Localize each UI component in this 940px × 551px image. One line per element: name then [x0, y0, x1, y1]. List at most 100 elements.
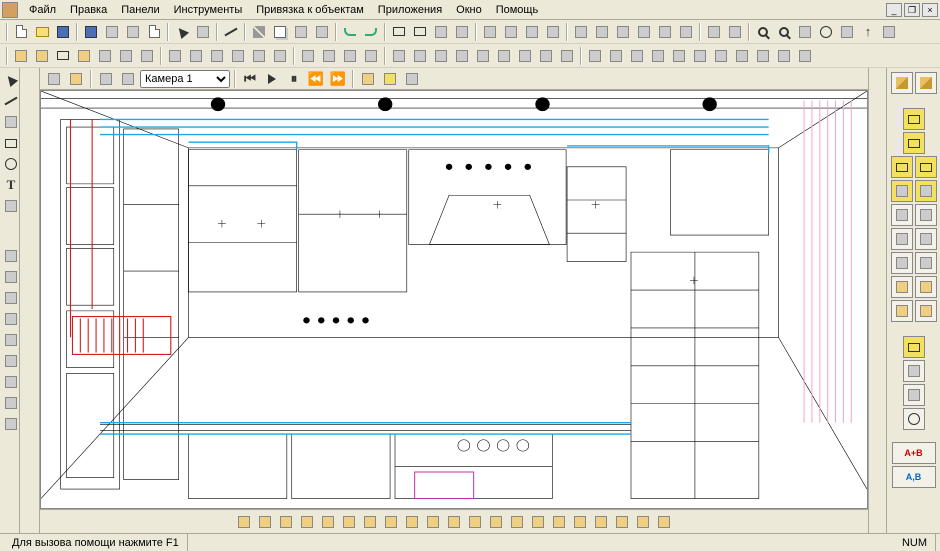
- minimize-button[interactable]: _: [886, 3, 902, 17]
- vh-shade3[interactable]: [402, 69, 422, 89]
- bt-btn[interactable]: [507, 512, 527, 532]
- lt-tool[interactable]: [1, 351, 21, 371]
- rp-tool[interactable]: [915, 156, 937, 178]
- lt-text[interactable]: T: [1, 175, 21, 195]
- save-as-button[interactable]: [81, 22, 101, 42]
- rp-tool[interactable]: [903, 384, 925, 406]
- bt-btn[interactable]: [297, 512, 317, 532]
- bt-btn[interactable]: [465, 512, 485, 532]
- bt-btn[interactable]: [318, 512, 338, 532]
- mode2-button[interactable]: [592, 22, 612, 42]
- tb2-btn[interactable]: [389, 46, 409, 66]
- view2-button[interactable]: [725, 22, 745, 42]
- rp-tool[interactable]: [903, 336, 925, 358]
- delete-button[interactable]: [312, 22, 332, 42]
- tb2-btn[interactable]: [585, 46, 605, 66]
- undo-button[interactable]: [340, 22, 360, 42]
- mode3-button[interactable]: [613, 22, 633, 42]
- tb2-btn[interactable]: [249, 46, 269, 66]
- lt-select[interactable]: [1, 70, 21, 90]
- rp-expr-add[interactable]: A+B: [892, 442, 936, 464]
- tb2-btn[interactable]: [795, 46, 815, 66]
- rp-tool[interactable]: [915, 252, 937, 274]
- rp-tool[interactable]: [915, 180, 937, 202]
- lt-tool[interactable]: [1, 393, 21, 413]
- lt-line[interactable]: [1, 91, 21, 111]
- tb2-btn[interactable]: [627, 46, 647, 66]
- tb2-btn[interactable]: [340, 46, 360, 66]
- orbit-button[interactable]: [816, 22, 836, 42]
- tb2-btn[interactable]: [473, 46, 493, 66]
- anim-first-button[interactable]: ⏮: [240, 69, 260, 89]
- tb2-btn[interactable]: [11, 46, 31, 66]
- bt-btn[interactable]: [591, 512, 611, 532]
- vh-btn[interactable]: [96, 69, 116, 89]
- rp-tool[interactable]: [891, 228, 913, 250]
- tb2-btn[interactable]: [165, 46, 185, 66]
- menu-snap[interactable]: Привязка к объектам: [249, 2, 371, 18]
- tb2-btn[interactable]: [494, 46, 514, 66]
- mode4-button[interactable]: [634, 22, 654, 42]
- anim-prev-button[interactable]: ⏪: [306, 69, 326, 89]
- rp-tool[interactable]: [903, 108, 925, 130]
- move-button[interactable]: [193, 22, 213, 42]
- zoom-button[interactable]: [753, 22, 773, 42]
- align-button[interactable]: [431, 22, 451, 42]
- rp-tool[interactable]: [915, 228, 937, 250]
- rp-tool[interactable]: [891, 180, 913, 202]
- bt-btn[interactable]: [276, 512, 296, 532]
- bt-btn[interactable]: [549, 512, 569, 532]
- rp-tool[interactable]: [903, 132, 925, 154]
- tb2-btn[interactable]: [452, 46, 472, 66]
- menu-file[interactable]: Файл: [22, 2, 63, 18]
- bt-btn[interactable]: [654, 512, 674, 532]
- distribute-button[interactable]: [452, 22, 472, 42]
- tb2-btn[interactable]: [53, 46, 73, 66]
- bt-btn[interactable]: [255, 512, 275, 532]
- menu-panels[interactable]: Панели: [114, 2, 166, 18]
- tb2-btn[interactable]: [536, 46, 556, 66]
- bt-btn[interactable]: [381, 512, 401, 532]
- ungroup-button[interactable]: [410, 22, 430, 42]
- menu-help[interactable]: Помощь: [489, 2, 546, 18]
- tb2-btn[interactable]: [711, 46, 731, 66]
- anim-pause-button[interactable]: ⏸: [284, 69, 304, 89]
- tb2-btn[interactable]: [186, 46, 206, 66]
- tb2-btn[interactable]: [95, 46, 115, 66]
- mode5-button[interactable]: [655, 22, 675, 42]
- tb2-btn[interactable]: [515, 46, 535, 66]
- bt-btn[interactable]: [633, 512, 653, 532]
- camera-select[interactable]: Камера 1: [140, 70, 230, 88]
- view1-button[interactable]: [704, 22, 724, 42]
- tb2-btn[interactable]: [431, 46, 451, 66]
- lt-dim[interactable]: [1, 196, 21, 216]
- close-button[interactable]: ×: [922, 3, 938, 17]
- tb2-btn[interactable]: [207, 46, 227, 66]
- anim-play-button[interactable]: [262, 69, 282, 89]
- tb2-btn[interactable]: [648, 46, 668, 66]
- lt-circle[interactable]: [1, 154, 21, 174]
- tb2-btn[interactable]: [361, 46, 381, 66]
- tb2-btn[interactable]: [606, 46, 626, 66]
- page-button[interactable]: [144, 22, 164, 42]
- menu-edit[interactable]: Правка: [63, 2, 114, 18]
- tb2-btn[interactable]: [732, 46, 752, 66]
- bt-btn[interactable]: [339, 512, 359, 532]
- bt-btn[interactable]: [444, 512, 464, 532]
- rp-tool[interactable]: [891, 300, 913, 322]
- lt-tool[interactable]: [1, 414, 21, 434]
- copy-button[interactable]: [270, 22, 290, 42]
- new-button[interactable]: [11, 22, 31, 42]
- restore-button[interactable]: ❐: [904, 3, 920, 17]
- lt-tool[interactable]: [1, 309, 21, 329]
- vh-btn[interactable]: [118, 69, 138, 89]
- scale-button[interactable]: [543, 22, 563, 42]
- vh-btn[interactable]: [44, 69, 64, 89]
- bt-btn[interactable]: [402, 512, 422, 532]
- tb2-btn[interactable]: [137, 46, 157, 66]
- bt-btn[interactable]: [234, 512, 254, 532]
- bt-btn[interactable]: [423, 512, 443, 532]
- render-button[interactable]: [837, 22, 857, 42]
- cut-button[interactable]: [249, 22, 269, 42]
- mode1-button[interactable]: [571, 22, 591, 42]
